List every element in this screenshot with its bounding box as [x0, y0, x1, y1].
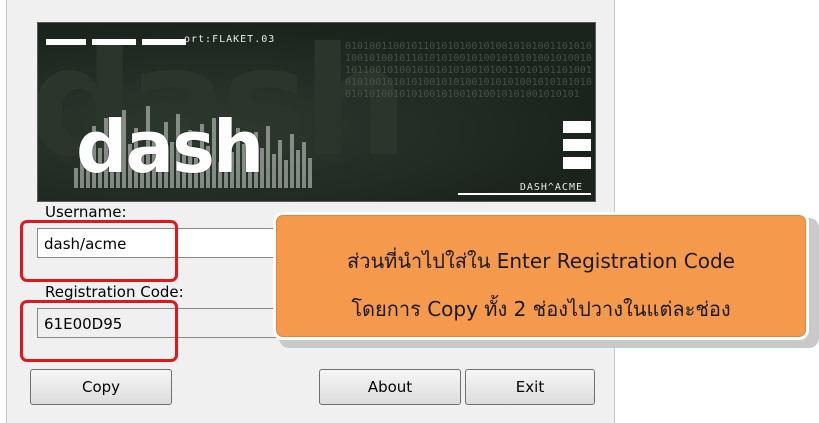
equalizer-bar [272, 154, 276, 188]
banner-credit: ort:FLAKET.03 [184, 34, 276, 45]
banner-logo-text: dash [76, 105, 264, 189]
exit-button[interactable]: Exit [465, 369, 595, 405]
equalizer-bar [308, 158, 312, 188]
registration-code-label: Registration Code: [45, 283, 184, 301]
copy-button[interactable]: Copy [30, 369, 172, 405]
equalizer-bar [296, 150, 300, 188]
banner-bottom-line [458, 193, 591, 195]
banner-block [563, 139, 591, 151]
equalizer-bar [290, 134, 294, 188]
banner-tag: DASH^ACME [519, 182, 583, 193]
equalizer-bar [302, 142, 306, 188]
callout-line-1: ส่วนที่นำไปใส่ใน Enter Registration Code [347, 249, 735, 273]
registration-code-highlight [20, 300, 178, 362]
banner-block [563, 157, 591, 169]
username-highlight [20, 220, 178, 282]
equalizer-bar [278, 140, 282, 188]
callout-line-2: โดยการ Copy ทั้ง 2 ช่องไปวางในแต่ละช่อง [351, 297, 731, 321]
instruction-callout: ส่วนที่นำไปใส่ใน Enter Registration Code… [273, 212, 819, 348]
username-label: Username: [45, 203, 127, 221]
banner-image: dash 01010011001011010101001010010101001… [37, 22, 596, 202]
banner-binary-pattern: 0101001100101101010100101001010100110101… [345, 41, 592, 100]
equalizer-bar [284, 160, 288, 188]
about-button[interactable]: About [319, 369, 461, 405]
banner-block [563, 121, 591, 133]
equalizer-bar [266, 126, 270, 188]
